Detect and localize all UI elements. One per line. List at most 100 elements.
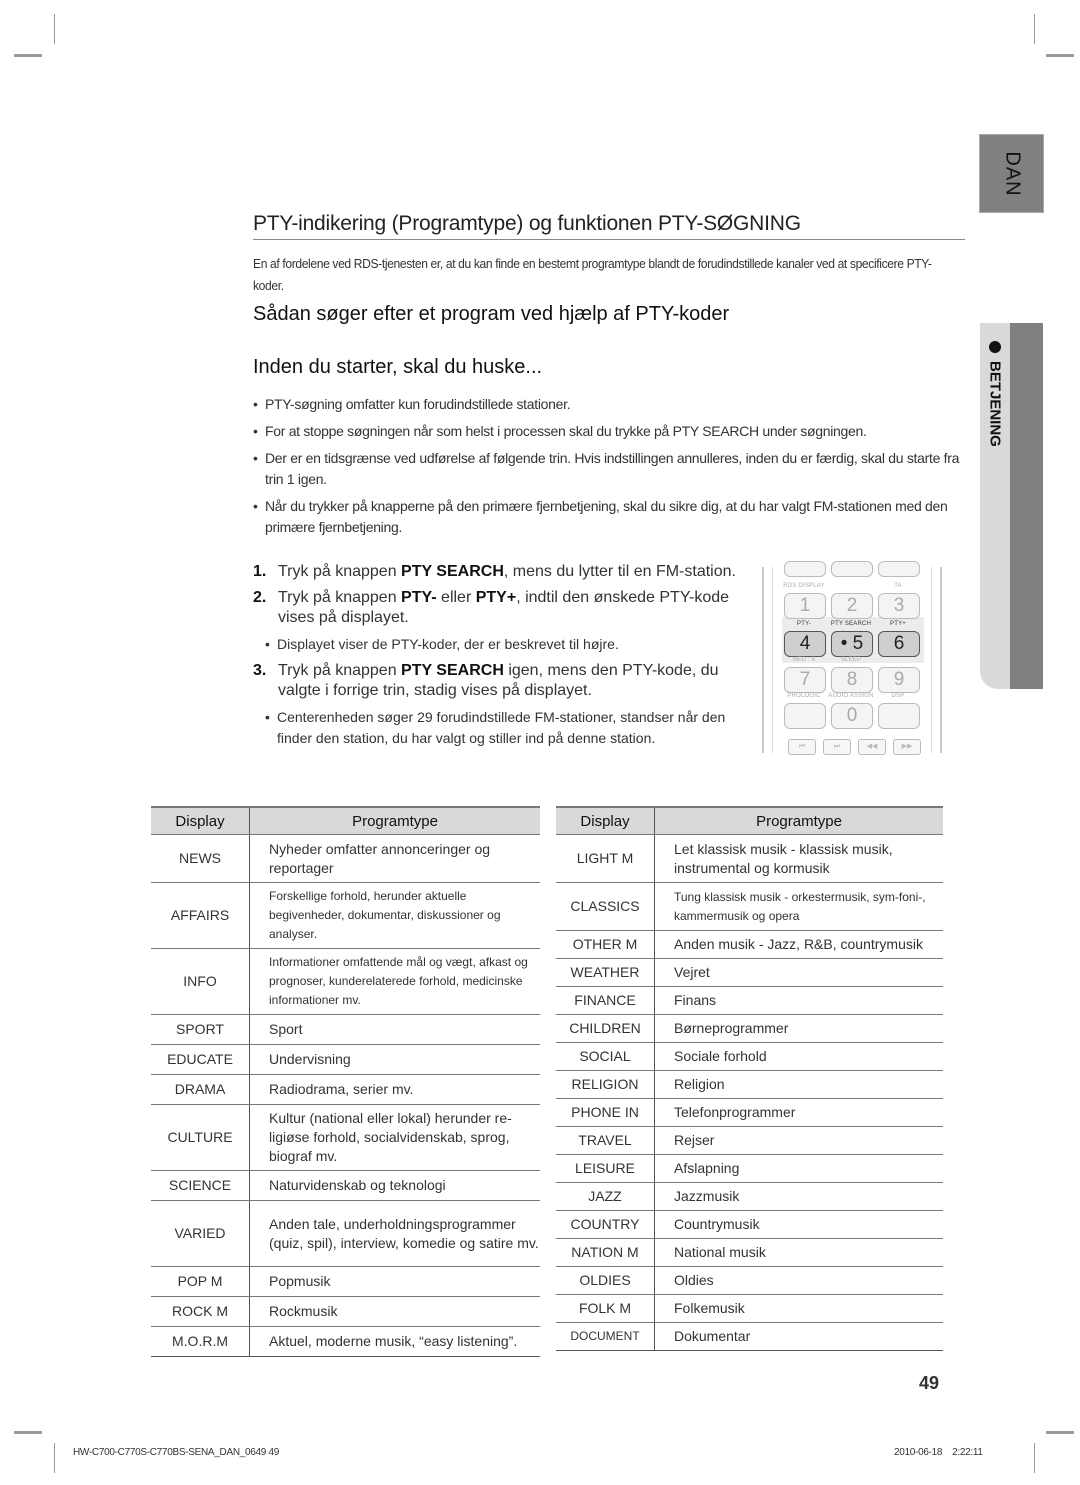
list-item: For at stoppe søgningen når som helst i … [253, 421, 973, 442]
display-code: EDUCATE [151, 1044, 250, 1075]
table-row: NATION M National musik [556, 1238, 943, 1267]
display-code: OLDIES [556, 1266, 655, 1295]
programtype-description: Sport [249, 1014, 540, 1045]
table-row: POP M Popmusik [151, 1266, 540, 1297]
programtype-description: Vejret [654, 958, 943, 987]
crop-mark [14, 54, 42, 57]
programtype-description: Jazzmusik [654, 1182, 943, 1211]
table-row: TRAVEL Rejser [556, 1126, 943, 1155]
programtype-description: Nyheder omfatter annonceringer og report… [249, 834, 540, 883]
footer-filename: HW-C700-C770S-C770BS-SENA_DAN_0649 49 [73, 1447, 280, 1458]
column-header-display: Display [556, 806, 655, 835]
display-code: POP M [151, 1266, 250, 1297]
programtype-description: Let klassisk musik - klassisk musik, ins… [654, 834, 943, 883]
programtype-description: Radiodrama, serier mv. [249, 1074, 540, 1105]
skip-back-icon: ⏮ [788, 739, 816, 755]
section-label: BETJENING [986, 361, 1004, 447]
programtype-description: Rockmusik [249, 1296, 540, 1327]
list-item: Der er en tidsgrænse ved udførelse af fø… [253, 448, 973, 490]
programtype-description: Anden musik - Jazz, R&B, countrymusik [654, 930, 943, 959]
title-divider [253, 239, 965, 240]
footer-timestamp: 2010-06-18 2:22:11 [894, 1447, 983, 1458]
crop-mark [14, 1431, 42, 1434]
table-row: M.O.R.M Aktuel, moderne musik, “easy list… [151, 1326, 540, 1357]
table-row: WEATHER Vejret [556, 958, 943, 987]
display-code: CHILDREN [556, 1014, 655, 1043]
skip-forward-icon: ⏭ [823, 739, 851, 755]
programtype-description: Dokumentar [654, 1322, 943, 1351]
remote-key: 8 [831, 667, 873, 693]
remote-key: 7 [784, 667, 826, 693]
table-row: PHONE IN Telefonprogrammer [556, 1098, 943, 1127]
column-header-programtype: Programtype [249, 806, 540, 835]
display-code: CULTURE [151, 1104, 250, 1171]
programtype-description: Sociale forhold [654, 1042, 943, 1071]
crop-mark [54, 1443, 55, 1473]
programtype-description: Finans [654, 986, 943, 1015]
crop-mark [1046, 1431, 1074, 1434]
list-item: Når du trykker på knapperne på den primæ… [253, 496, 973, 538]
display-code: DRAMA [151, 1074, 250, 1105]
remote-key: 0 [831, 703, 873, 729]
table-row: CLASSICS Tung klassisk musik - orkestermu… [556, 882, 943, 931]
rewind-icon: ◀◀ [858, 739, 886, 755]
remote-key: 9 [878, 667, 920, 693]
step-2-note: Displayet viser de PTY-koder, der er bes… [265, 634, 743, 655]
display-code: OTHER M [556, 930, 655, 959]
display-code: RELIGION [556, 1070, 655, 1099]
display-code: ROCK M [151, 1296, 250, 1327]
remote-key: 4 [784, 631, 826, 657]
column-header-display: Display [151, 806, 250, 835]
language-tab: DAN [979, 134, 1044, 213]
remote-key-label: DSP [891, 693, 905, 699]
remote-key-label: PTY+ [890, 621, 906, 627]
table-row: VARIED Anden tale, underholdningsprogramm… [151, 1200, 540, 1267]
display-code: M.O.R.M [151, 1326, 250, 1357]
table-row: SOCIAL Sociale forhold [556, 1042, 943, 1071]
programtype-description: Forskellige forhold, herunder aktuelle b… [249, 882, 540, 949]
display-code: SPORT [151, 1014, 250, 1045]
display-code: VARIED [151, 1200, 250, 1267]
pty-table-right: Display Programtype LIGHT M Let klassisk … [556, 806, 943, 1351]
table-row: INFO Informationer omfattende mål og vægt… [151, 948, 540, 1015]
crop-mark [1034, 1443, 1035, 1473]
remote-key-label: SLEEP [840, 657, 862, 663]
section-heading-before: Inden du starter, skal du huske... [253, 356, 543, 378]
programtype-description: Tung klassisk musik - orkestermusik, sym… [654, 882, 943, 931]
section-tab: BETJENING [980, 323, 1043, 689]
crop-mark [54, 14, 55, 44]
table-row: NEWS Nyheder omfatter annonceringer og re… [151, 834, 540, 883]
programtype-description: Naturvidenskab og teknologi [249, 1170, 540, 1201]
programtype-description: Aktuel, moderne musik, “easy listening”. [249, 1326, 540, 1357]
table-row: LIGHT M Let klassisk musik - klassisk mus… [556, 834, 943, 883]
display-code: NATION M [556, 1238, 655, 1267]
display-code: CLASSICS [556, 882, 655, 931]
display-code: COUNTRY [556, 1210, 655, 1239]
remote-key [878, 561, 920, 577]
crop-mark [1046, 54, 1074, 57]
crop-mark [1034, 14, 1035, 44]
footer-time: 2:22:11 [952, 1447, 983, 1458]
display-code: SOCIAL [556, 1042, 655, 1071]
table-row: SCIENCE Naturvidenskab og teknologi [151, 1170, 540, 1201]
remote-key: • 5 [831, 631, 873, 657]
section-heading-search: Sådan søger efter et program ved hjælp a… [253, 303, 730, 325]
display-code: NEWS [151, 834, 250, 883]
display-code: LEISURE [556, 1154, 655, 1183]
table-row: JAZZ Jazzmusik [556, 1182, 943, 1211]
remote-control-illustration: RDS DISPLAY 1 2 TA 3 PTY- 4 PTY SEARCH • 5 PTY+ 6 N… [762, 561, 942, 755]
fast-forward-icon: ▶▶ [893, 739, 921, 755]
table-row: LEISURE Afslapning [556, 1154, 943, 1183]
step-2: 2. Tryk på knappen PTY- eller PTY+, indti… [253, 589, 730, 626]
table-row: ROCK M Rockmusik [151, 1296, 540, 1327]
language-label: DAN [1001, 150, 1023, 197]
remote-key: 6 [878, 631, 920, 657]
page-title: PTY-indikering (Programtype) og funktion… [253, 212, 801, 235]
remote-key: 2 [831, 593, 873, 619]
display-code: FINANCE [556, 986, 655, 1015]
display-code: WEATHER [556, 958, 655, 987]
bullet-dot-icon [989, 341, 1001, 353]
table-row: OTHER M Anden musik - Jazz, R&B, countrym… [556, 930, 943, 959]
programtype-description: Rejser [654, 1126, 943, 1155]
remote-key: 1 [784, 593, 826, 619]
